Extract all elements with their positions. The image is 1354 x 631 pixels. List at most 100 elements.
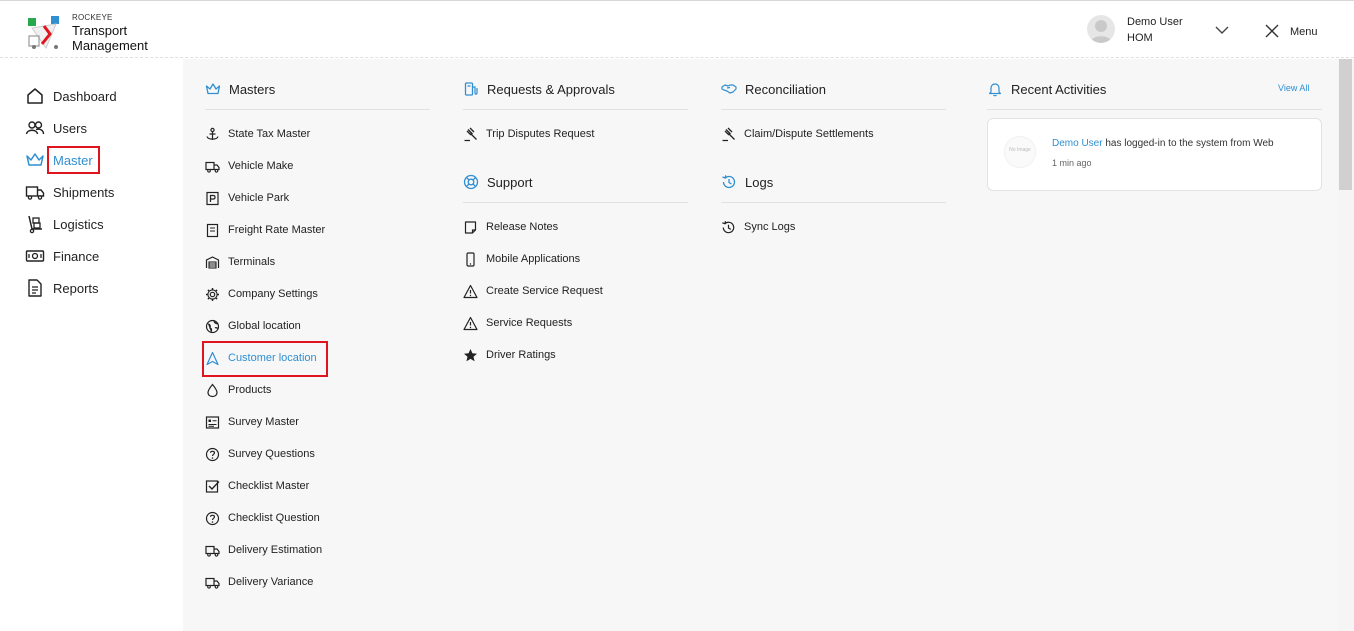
section-title: Support <box>487 174 533 190</box>
menu-item-delivery-estimation[interactable]: Delivery Estimation <box>205 541 322 559</box>
brand-tagline: ROCKEYE <box>72 13 113 22</box>
activity-user-link[interactable]: Demo User <box>1052 138 1103 149</box>
sidebar-item-label: Dashboard <box>53 88 117 104</box>
chevron-down-icon[interactable] <box>1215 25 1229 35</box>
section-title: Recent Activities <box>1011 81 1107 97</box>
menu-item-freight-rate-master[interactable]: Freight Rate Master <box>205 221 325 239</box>
menu-item-driver-ratings[interactable]: Driver Ratings <box>463 346 556 364</box>
truck-icon <box>25 186 45 200</box>
gavel-icon <box>722 127 735 141</box>
globe-icon <box>205 319 220 333</box>
menu-item-trip-disputes-request[interactable]: Trip Disputes Request <box>463 125 594 143</box>
menu-item-label: Products <box>228 384 272 396</box>
menu-item-global-location[interactable]: Global location <box>205 317 301 335</box>
activity-card[interactable]: No Image Demo User has logged-in to the … <box>987 118 1322 191</box>
sidebar <box>0 59 183 631</box>
menu-item-terminals[interactable]: Terminals <box>205 253 275 271</box>
star-icon <box>464 348 477 361</box>
users-icon <box>25 121 45 135</box>
truck-icon <box>205 545 220 557</box>
crown-icon <box>205 83 221 95</box>
sidebar-item-label: Logistics <box>53 216 104 232</box>
menu-item-label: Create Service Request <box>486 285 603 297</box>
menu-item-sync-logs[interactable]: Sync Logs <box>721 218 795 236</box>
activity-message: has logged-in to the system from Web <box>1102 138 1274 149</box>
question-circle-icon <box>205 511 220 525</box>
highlight-box <box>202 341 328 377</box>
menu-item-checklist-master[interactable]: Checklist Master <box>205 477 309 495</box>
section-logs: Logs <box>721 172 773 192</box>
menu-item-service-requests[interactable]: Service Requests <box>463 314 572 332</box>
menu-item-label: Sync Logs <box>744 221 796 233</box>
sidebar-item-shipments[interactable]: Shipments <box>25 180 114 204</box>
menu-item-label: Survey Questions <box>228 448 315 460</box>
scrollbar-thumb[interactable] <box>1339 59 1352 190</box>
menu-item-survey-master[interactable]: Survey Master <box>205 413 299 431</box>
menu-item-release-notes[interactable]: Release Notes <box>463 218 558 236</box>
sidebar-item-label: Users <box>53 120 87 136</box>
close-icon[interactable] <box>1264 23 1280 39</box>
menu-item-label: Company Settings <box>228 288 318 300</box>
logo-icon <box>28 16 59 50</box>
menu-item-label: Freight Rate Master <box>228 224 326 236</box>
menu-item-label: Vehicle Make <box>228 160 294 172</box>
section-requests-approvals: Requests & Approvals <box>463 79 615 99</box>
menu-item-mobile-applications[interactable]: Mobile Applications <box>463 250 580 268</box>
divider <box>205 109 430 110</box>
note-icon <box>464 220 477 234</box>
sidebar-item-logistics[interactable]: Logistics <box>25 212 104 236</box>
menu-item-label: Claim/Dispute Settlements <box>744 128 874 140</box>
dolly-icon <box>28 215 42 234</box>
menu-item-products[interactable]: Products <box>205 381 271 399</box>
divider <box>987 109 1322 110</box>
menu-item-label: Terminals <box>228 256 276 268</box>
lifebuoy-icon <box>463 174 479 190</box>
top-header: ROCKEYE Transport Management Demo User H… <box>0 0 1354 58</box>
menu-item-label: Driver Ratings <box>486 349 556 361</box>
brand-title-line1: Transport <box>72 23 128 38</box>
menu-item-label: State Tax Master <box>228 128 311 140</box>
section-title: Logs <box>745 174 774 190</box>
user-name: Demo User <box>1127 16 1183 28</box>
document-icon <box>28 279 42 297</box>
history-icon <box>722 220 735 233</box>
brand-title-line2: Management <box>72 38 148 53</box>
menu-item-survey-questions[interactable]: Survey Questions <box>205 445 315 463</box>
menu-item-label: Vehicle Park <box>228 192 290 204</box>
sidebar-item-finance[interactable]: Finance <box>25 244 99 268</box>
parking-icon <box>206 191 219 205</box>
truck-icon <box>205 161 220 173</box>
menu-item-company-settings[interactable]: Company Settings <box>205 285 318 303</box>
menu-toggle-label[interactable]: Menu <box>1290 26 1318 38</box>
menu-item-create-service-request[interactable]: Create Service Request <box>463 282 603 300</box>
menu-item-label: Delivery Variance <box>228 576 314 588</box>
section-support: Support <box>463 172 533 192</box>
warning-icon <box>463 284 478 298</box>
section-masters: Masters <box>205 79 275 99</box>
menu-item-vehicle-park[interactable]: Vehicle Park <box>205 189 289 207</box>
divider <box>721 202 946 203</box>
user-org: HOM <box>1127 32 1153 44</box>
menu-item-state-tax-master[interactable]: State Tax Master <box>205 125 310 143</box>
bell-icon <box>988 83 1002 97</box>
home-icon <box>27 88 43 104</box>
divider <box>463 109 688 110</box>
menu-item-delivery-variance[interactable]: Delivery Variance <box>205 573 313 591</box>
sidebar-item-users[interactable]: Users <box>25 116 87 140</box>
menu-item-vehicle-make[interactable]: Vehicle Make <box>205 157 293 175</box>
gavel-icon <box>464 127 477 141</box>
sidebar-item-reports[interactable]: Reports <box>25 276 99 300</box>
menu-item-label: Global location <box>228 320 301 332</box>
menu-item-checklist-question[interactable]: Checklist Question <box>205 509 320 527</box>
view-all-link[interactable]: View All <box>1278 83 1309 93</box>
menu-item-label: Release Notes <box>486 221 559 233</box>
menu-item-label: Delivery Estimation <box>228 544 323 556</box>
menu-item-claim-dispute-settlements[interactable]: Claim/Dispute Settlements <box>721 125 874 143</box>
avatar[interactable] <box>1087 15 1115 43</box>
section-title: Requests & Approvals <box>487 81 615 97</box>
sidebar-item-dashboard[interactable]: Dashboard <box>25 84 117 108</box>
sidebar-item-label: Finance <box>53 248 100 264</box>
ledger-icon <box>206 223 219 237</box>
menu-item-label: Checklist Question <box>228 512 320 524</box>
sidebar-item-label: Shipments <box>53 184 115 200</box>
